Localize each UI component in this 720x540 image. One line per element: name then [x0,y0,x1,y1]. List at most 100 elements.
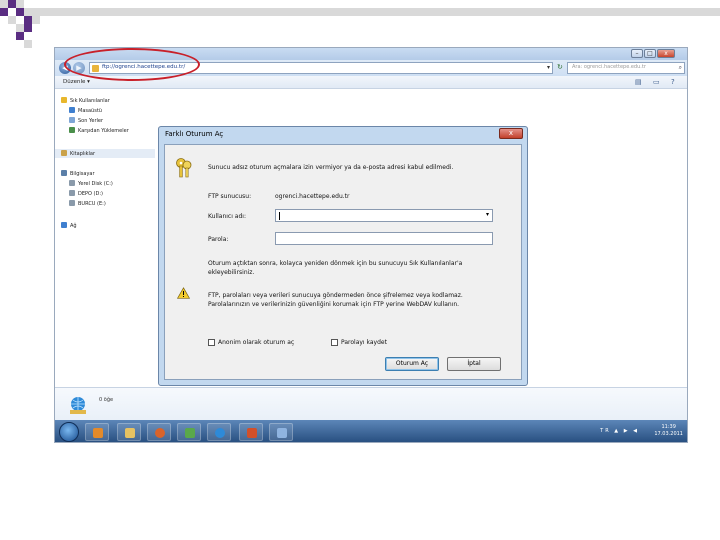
search-icon[interactable]: ⌕ [679,64,682,72]
nav-label: Yerel Disk (C:) [78,181,113,187]
nav-desktop[interactable]: Masaüstü [69,107,102,114]
ftp-server-value: ogrenci.hacettepe.edu.tr [275,193,350,200]
nav-label: Masaüstü [78,108,102,114]
dialog-body: Sunucu adsız oturum açmalara izin vermiy… [164,144,522,380]
nav-label: Karşıdan Yüklemeler [78,128,129,134]
drive-icon [69,190,75,196]
nav-depo[interactable]: DEPO (D:) [69,190,103,197]
taskbar: TR ▲ ▶ ◀ 11:39 17.03.2011 [55,420,687,442]
taskbar-other[interactable] [269,423,293,441]
decor-square [0,8,8,16]
refresh-icon[interactable]: ↻ [557,63,563,71]
password-label: Parola: [208,236,229,243]
highlight-ellipse [64,48,200,81]
decor-square [16,8,24,16]
close-button[interactable]: x [657,49,675,58]
maximize-button[interactable]: □ [644,49,656,58]
nav-label: Sık Kullanılanlar [70,98,110,104]
taskbar-firefox[interactable] [147,423,171,441]
password-input[interactable] [275,232,493,245]
nav-label: Ağ [70,223,77,229]
decor-square [8,8,16,16]
help-icon[interactable]: ? [671,78,675,86]
decor-bar [32,8,720,16]
warning-line-1: FTP, parolaları veya verileri sunucuya g… [208,292,463,299]
navigation-pane: Sık Kullanılanlar Masaüstü Son Yerler Ka… [55,89,155,389]
nav-burcu[interactable]: BURCU (E:) [69,200,106,207]
network-icon [61,222,67,228]
recent-places-icon [69,117,75,123]
decor-square [16,0,24,8]
view-icon[interactable]: ▤ [635,78,642,86]
start-button[interactable] [59,422,79,442]
dialog-close-button[interactable]: x [499,128,523,139]
dialog-message: Sunucu adsız oturum açmalara izin vermiy… [208,164,454,171]
warning-icon [177,287,190,299]
ie-icon [215,428,225,438]
login-dialog: Farklı Oturum Aç x Sunucu adsız oturum a… [158,126,528,386]
desktop-icon [69,107,75,113]
taskbar-ie[interactable] [207,423,231,441]
network-folder-icon [70,397,86,414]
ftp-server-label: FTP sunucusu: [208,193,252,200]
nav-label: Son Yerler [78,118,104,124]
nav-network[interactable]: Ağ [61,222,77,229]
drive-icon [69,200,75,206]
computer-icon [61,170,67,176]
nav-downloads[interactable]: Karşıdan Yüklemeler [69,127,129,134]
decor-square [24,24,32,32]
star-icon [61,97,67,103]
search-placeholder: Ara: ogrenci.hacettepe.edu.tr [572,64,646,70]
username-input[interactable]: ▾ [275,209,493,222]
nav-favorites[interactable]: Sık Kullanılanlar [61,97,110,104]
organize-menu[interactable]: Düzenle ▾ [63,79,90,85]
decor-square [24,16,32,24]
taskbar-app[interactable] [177,423,201,441]
address-dropdown-icon[interactable]: ▾ [547,64,550,71]
nav-label: Kitaplıklar [70,151,96,157]
decor-square [32,16,40,24]
nav-label: BURCU (E:) [78,201,106,207]
text-caret [279,212,280,220]
item-count: 0 öğe [99,397,114,403]
taskbar-powerpoint[interactable] [239,423,263,441]
decor-square [24,40,32,48]
chevron-down-icon[interactable]: ▾ [486,211,489,218]
keys-icon [176,158,192,178]
app-icon [185,428,195,438]
nav-recent[interactable]: Son Yerler [69,117,103,124]
info-line-2: ekleyebilirsiniz. [208,269,255,276]
taskbar-explorer[interactable] [117,423,141,441]
media-player-icon [93,428,103,438]
folder-icon [125,428,135,438]
nav-local-disk[interactable]: Yerel Disk (C:) [69,180,113,187]
decor-square [16,32,24,40]
nav-libraries[interactable]: Kitaplıklar [61,150,95,157]
preview-pane-icon[interactable]: ▭ [653,78,660,86]
taskbar-media-player[interactable] [85,423,109,441]
anonymous-checkbox[interactable] [208,339,215,346]
anonymous-label: Anonim olarak oturum aç [218,339,295,346]
info-line-1: Oturum açtıktan sonra, kolayca yeniden d… [208,260,463,267]
libraries-icon [61,150,67,156]
save-password-checkbox[interactable] [331,339,338,346]
cancel-button[interactable]: İptal [447,357,501,371]
login-button[interactable]: Oturum Aç [385,357,439,371]
dialog-title: Farklı Oturum Aç [165,130,224,138]
system-tray[interactable]: TR ▲ ▶ ◀ [600,428,639,434]
nav-label: Bilgisayar [70,171,95,177]
nav-computer[interactable]: Bilgisayar [61,170,95,177]
clock-date: 17.03.2011 [654,431,683,437]
drive-icon [69,180,75,186]
decor-square [16,24,24,32]
decor-square [24,8,32,16]
minimize-button[interactable]: – [631,49,643,58]
save-password-label: Parolayı kaydet [341,339,387,346]
explorer-window: – □ x ◀ ▶ ftp://ogrenci.hacettepe.edu.tr… [54,47,688,443]
slide: – □ x ◀ ▶ ftp://ogrenci.hacettepe.edu.tr… [0,0,720,540]
decor-square [8,16,16,24]
nav-label: DEPO (D:) [78,191,103,197]
clock[interactable]: 11:39 17.03.2011 [654,424,683,438]
search-input[interactable]: Ara: ogrenci.hacettepe.edu.tr ⌕ [567,62,685,74]
downloads-icon [69,127,75,133]
